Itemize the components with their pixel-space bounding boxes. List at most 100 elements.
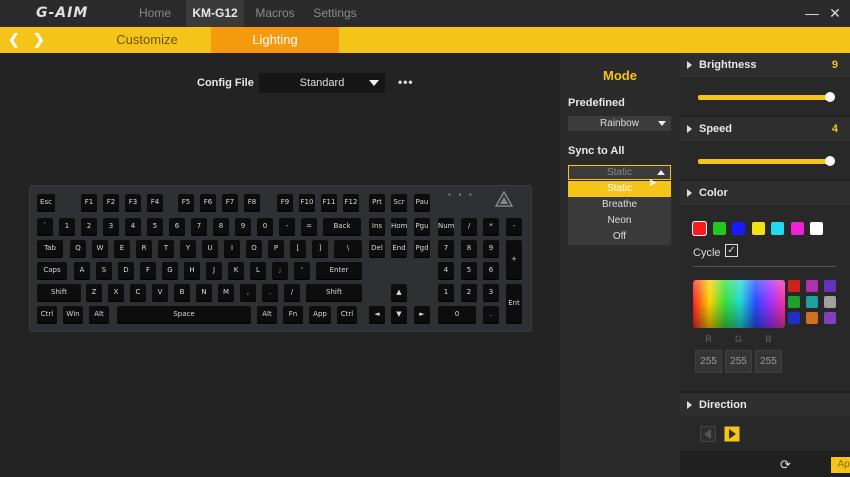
key-4-3[interactable]: C xyxy=(130,284,146,301)
key-5-1[interactable]: Win xyxy=(63,306,83,323)
key-4-15[interactable]: 3 xyxy=(483,284,499,301)
key-5-7[interactable]: Ctrl xyxy=(337,306,357,323)
key-0-12[interactable]: F12 xyxy=(343,194,359,211)
key-1-15[interactable]: Hom xyxy=(391,218,407,235)
key-5-11[interactable]: 0 xyxy=(438,306,476,323)
key-1-8[interactable]: 8 xyxy=(213,218,229,235)
apply-button[interactable]: Apply xyxy=(831,457,850,473)
brightness-slider[interactable] xyxy=(698,92,835,102)
key-5-0[interactable]: Ctrl xyxy=(37,306,57,323)
chevron-left-icon[interactable]: ❮ xyxy=(8,31,20,48)
key-1-1[interactable]: 1 xyxy=(59,218,75,235)
r-input[interactable]: 255 xyxy=(695,350,722,373)
key-3-12[interactable]: Enter xyxy=(316,262,362,279)
tab-macros[interactable]: Macros xyxy=(252,0,298,27)
key-1-13[interactable]: Back xyxy=(323,218,361,235)
key-5-3[interactable]: Space xyxy=(117,306,251,323)
key-2-18[interactable]: 8 xyxy=(461,240,477,257)
minimize-icon[interactable]: — xyxy=(803,4,821,22)
key-2-4[interactable]: R xyxy=(136,240,152,257)
key-1-6[interactable]: 6 xyxy=(169,218,185,235)
key-1-18[interactable]: / xyxy=(461,218,477,235)
key-3-8[interactable]: K xyxy=(228,262,244,279)
key-3-7[interactable]: J xyxy=(206,262,222,279)
key-4-11[interactable]: Shift xyxy=(306,284,362,301)
key-0-4[interactable]: F4 xyxy=(147,194,163,211)
color-swatch-5[interactable] xyxy=(790,222,804,235)
key-0-11[interactable]: F11 xyxy=(321,194,337,211)
key-5-4[interactable]: Alt xyxy=(257,306,277,323)
key-2-5[interactable]: T xyxy=(158,240,174,257)
preset-color-2[interactable] xyxy=(824,280,836,292)
key-3-11[interactable]: ' xyxy=(294,262,310,279)
key-4-1[interactable]: Z xyxy=(86,284,102,301)
cycle-checkbox[interactable]: ✓ xyxy=(725,244,738,257)
preset-color-4[interactable] xyxy=(806,296,818,308)
color-swatch-3[interactable] xyxy=(751,222,765,235)
key-3-5[interactable]: G xyxy=(162,262,178,279)
brightness-header[interactable]: Brightness 9 xyxy=(680,53,850,77)
key-0-9[interactable]: F9 xyxy=(277,194,293,211)
key-1-12[interactable]: = xyxy=(301,218,317,235)
key-4-12[interactable]: ▲ xyxy=(391,284,407,301)
key-3-10[interactable]: ; xyxy=(272,262,288,279)
key-0-5[interactable]: F5 xyxy=(178,194,194,211)
key-3-4[interactable]: F xyxy=(140,262,156,279)
key-1-17[interactable]: Num xyxy=(438,218,455,235)
key-0-0[interactable]: Esc xyxy=(37,194,55,211)
key-2-17[interactable]: 7 xyxy=(438,240,454,257)
option-off[interactable]: Off xyxy=(568,229,671,245)
color-swatch-6[interactable] xyxy=(810,222,823,235)
key-4-16[interactable]: Ent xyxy=(506,284,522,323)
key-1-9[interactable]: 9 xyxy=(235,218,251,235)
key-5-6[interactable]: App xyxy=(309,306,331,323)
key-4-9[interactable]: . xyxy=(262,284,278,301)
color-swatch-4[interactable] xyxy=(771,222,784,235)
key-3-13[interactable]: 4 xyxy=(438,262,454,279)
key-2-19[interactable]: 9 xyxy=(483,240,499,257)
key-4-14[interactable]: 2 xyxy=(461,284,477,301)
key-3-0[interactable]: Caps xyxy=(37,262,67,279)
color-spectrum-picker[interactable] xyxy=(693,280,785,328)
preset-color-7[interactable] xyxy=(806,312,818,324)
key-3-1[interactable]: A xyxy=(74,262,90,279)
key-3-14[interactable]: 5 xyxy=(461,262,477,279)
key-1-7[interactable]: 7 xyxy=(191,218,207,235)
option-breathe[interactable]: Breathe xyxy=(568,197,671,213)
key-2-1[interactable]: Q xyxy=(70,240,86,257)
brightness-slider-thumb[interactable] xyxy=(825,92,835,102)
key-2-11[interactable]: [ xyxy=(290,240,306,257)
key-3-15[interactable]: 6 xyxy=(483,262,499,279)
preset-color-8[interactable] xyxy=(824,312,836,324)
option-neon[interactable]: Neon xyxy=(568,213,671,229)
key-1-16[interactable]: Pgu xyxy=(414,218,430,235)
key-1-0[interactable]: ` xyxy=(37,218,53,235)
key-1-3[interactable]: 3 xyxy=(103,218,119,235)
key-2-2[interactable]: W xyxy=(92,240,108,257)
tab-km-g12[interactable]: KM-G12 xyxy=(186,0,244,27)
b-input[interactable]: 255 xyxy=(755,350,782,373)
key-2-7[interactable]: U xyxy=(202,240,218,257)
key-4-7[interactable]: M xyxy=(218,284,234,301)
key-1-5[interactable]: 5 xyxy=(147,218,163,235)
key-3-3[interactable]: D xyxy=(118,262,134,279)
key-2-6[interactable]: Y xyxy=(180,240,196,257)
color-header[interactable]: Color xyxy=(680,181,850,205)
key-0-14[interactable]: Scr xyxy=(391,194,407,211)
key-4-6[interactable]: N xyxy=(196,284,212,301)
preset-color-5[interactable] xyxy=(824,296,836,308)
close-icon[interactable]: ✕ xyxy=(826,4,844,22)
key-2-8[interactable]: I xyxy=(224,240,240,257)
direction-left-icon[interactable] xyxy=(700,426,716,442)
key-2-16[interactable]: Pgd xyxy=(414,240,430,257)
direction-header[interactable]: Direction xyxy=(680,393,850,417)
key-4-8[interactable]: , xyxy=(240,284,256,301)
key-0-8[interactable]: F8 xyxy=(244,194,260,211)
chevron-right-icon[interactable]: ❯ xyxy=(33,31,45,48)
key-5-12[interactable]: . xyxy=(483,306,499,323)
color-swatch-0[interactable] xyxy=(693,222,706,235)
key-0-3[interactable]: F3 xyxy=(125,194,141,211)
key-4-5[interactable]: B xyxy=(174,284,190,301)
key-1-20[interactable]: - xyxy=(506,218,522,235)
key-5-8[interactable]: ◄ xyxy=(369,306,385,323)
